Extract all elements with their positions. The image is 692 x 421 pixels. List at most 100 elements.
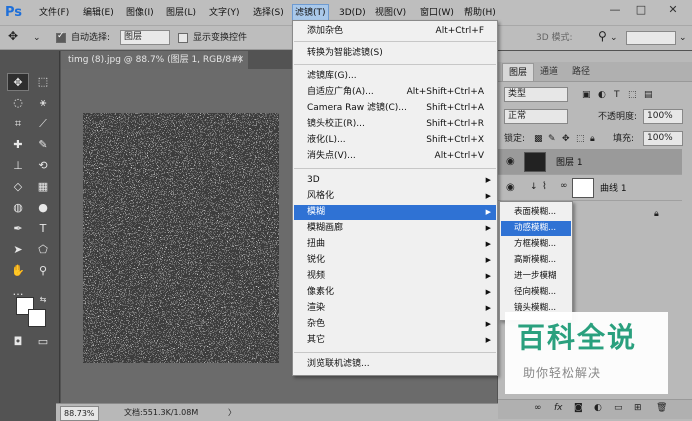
opacity-input[interactable]: 100%: [643, 109, 683, 124]
lock-artboard-icon[interactable]: ⬚: [576, 129, 585, 149]
new-group-icon[interactable]: ▭: [614, 403, 623, 413]
lock-position-icon[interactable]: ✥: [562, 129, 570, 149]
filter-adjustment-icon[interactable]: ◐: [598, 85, 606, 105]
magic-wand-icon[interactable]: ⚹: [32, 94, 54, 112]
menu-item-blur-gallery[interactable]: 模糊画廊 ▶: [294, 221, 496, 236]
eye-icon[interactable]: ◉: [506, 156, 515, 167]
submenu-item-motion-blur[interactable]: 动感模糊...: [501, 221, 571, 236]
menu-item-vanishing-point[interactable]: 消失点(V)... Alt+Ctrl+V: [294, 149, 496, 164]
document-tab[interactable]: timg (8).jpg @ 88.7% (图层 1, RGB/8#) * ✕: [61, 51, 248, 83]
link-layers-icon[interactable]: ∞: [534, 403, 542, 413]
clone-stamp-icon[interactable]: ⊥: [7, 157, 29, 175]
menu-item-filter-gallery[interactable]: 滤镜库(G)...: [294, 69, 496, 84]
menu-edit[interactable]: 编辑(E): [81, 5, 116, 21]
menu-item-video[interactable]: 视频 ▶: [294, 269, 496, 284]
auto-select-target-select[interactable]: 图层: [120, 30, 170, 45]
new-layer-icon[interactable]: ⊞: [634, 403, 642, 413]
history-brush-icon[interactable]: ⟲: [32, 157, 54, 175]
search-icon[interactable]: ⚲: [598, 29, 607, 43]
menu-item-3d[interactable]: 3D ▶: [294, 173, 496, 188]
path-select-icon[interactable]: ➤: [7, 241, 29, 259]
menu-item-add-noise-last[interactable]: 添加杂色 Alt+Ctrl+F: [294, 24, 496, 39]
submenu-item-surface-blur[interactable]: 表面模糊...: [501, 205, 571, 220]
blend-mode-select[interactable]: 正常: [504, 109, 568, 124]
move-tool-icon[interactable]: ✥: [7, 73, 29, 91]
menu-type[interactable]: 文字(Y): [207, 5, 242, 21]
menu-item-adaptive-wide-angle[interactable]: 自适应广角(A)... Alt+Shift+Ctrl+A: [294, 85, 496, 100]
pen-tool-icon[interactable]: ✒: [7, 220, 29, 238]
new-adjustment-icon[interactable]: ◐: [594, 403, 602, 413]
submenu-item-gaussian-blur[interactable]: 高斯模糊...: [501, 253, 571, 268]
hand-tool-icon[interactable]: ✋: [7, 262, 29, 280]
menu-item-other[interactable]: 其它 ▶: [294, 333, 496, 348]
menu-image[interactable]: 图像(I): [124, 5, 156, 21]
gradient-tool-icon[interactable]: ▦: [32, 178, 54, 196]
link-icon[interactable]: ∞: [560, 181, 568, 191]
swap-colors-icon[interactable]: ⇆: [32, 291, 54, 309]
layer-row[interactable]: ◉ ↓ ⌇ ∞ 曲线 1: [498, 175, 682, 201]
minimize-button[interactable]: —: [604, 2, 626, 18]
fill-input[interactable]: 100%: [643, 131, 683, 146]
eraser-tool-icon[interactable]: ◇: [7, 178, 29, 196]
status-menu-chevron-icon[interactable]: 〉: [228, 406, 236, 419]
menu-window[interactable]: 窗口(W): [418, 5, 456, 21]
menu-help[interactable]: 帮助(H): [462, 5, 498, 21]
menu-item-render[interactable]: 渲染 ▶: [294, 301, 496, 316]
healing-brush-icon[interactable]: ✚: [7, 136, 29, 154]
workspace-chevron-icon[interactable]: ⌄: [679, 31, 687, 45]
blur-tool-icon[interactable]: ◍: [7, 199, 29, 217]
menu-item-browse-online[interactable]: 浏览联机滤镜...: [294, 357, 496, 372]
menu-3d[interactable]: 3D(D): [337, 5, 368, 21]
close-document-icon[interactable]: ✕: [236, 51, 244, 69]
tab-layers[interactable]: 图层: [502, 63, 535, 81]
submenu-item-radial-blur[interactable]: 径向模糊...: [501, 285, 571, 300]
filter-smart-object-icon[interactable]: ▤: [644, 85, 653, 105]
brush-tool-icon[interactable]: ✎: [32, 136, 54, 154]
zoom-tool-icon[interactable]: ⚲: [32, 262, 54, 280]
close-button[interactable]: ✕: [662, 2, 684, 18]
menu-item-lens-correction[interactable]: 镜头校正(R)... Shift+Ctrl+R: [294, 117, 496, 132]
menu-item-stylize[interactable]: 风格化 ▶: [294, 189, 496, 204]
menu-item-distort[interactable]: 扭曲 ▶: [294, 237, 496, 252]
zoom-level[interactable]: 88.73%: [60, 406, 99, 421]
workspace-select[interactable]: [626, 31, 676, 45]
quick-mask-icon[interactable]: ◘: [7, 333, 29, 351]
menu-view[interactable]: 视图(V): [373, 5, 408, 21]
lock-transparent-icon[interactable]: ▩: [534, 129, 543, 149]
submenu-item-blur-more[interactable]: 进一步模糊: [501, 269, 571, 284]
tool-preset-chevron-icon[interactable]: ⌄: [33, 31, 41, 45]
background-color-swatch[interactable]: [28, 309, 46, 327]
layer-style-icon[interactable]: fx: [554, 403, 563, 413]
eyedropper-icon[interactable]: ⟋: [32, 115, 54, 133]
menu-item-pixelate[interactable]: 像素化 ▶: [294, 285, 496, 300]
lock-all-icon[interactable]: 🔒︎: [590, 129, 595, 149]
menu-item-convert-smart-filter[interactable]: 转换为智能滤镜(S): [294, 46, 496, 61]
menu-item-blur[interactable]: 模糊 ▶: [294, 205, 496, 220]
add-mask-icon[interactable]: ◙: [574, 403, 583, 413]
menu-item-liquify[interactable]: 液化(L)... Shift+Ctrl+X: [294, 133, 496, 148]
filter-pixel-icon[interactable]: ▣: [582, 85, 591, 105]
menu-item-sharpen[interactable]: 锐化 ▶: [294, 253, 496, 268]
search-chevron-icon[interactable]: ⌄: [610, 31, 618, 45]
filter-shape-icon[interactable]: ⬚: [628, 85, 637, 105]
marquee-tool-icon[interactable]: ⬚: [32, 73, 54, 91]
layer-kind-filter-select[interactable]: 类型: [504, 87, 568, 102]
delete-layer-icon[interactable]: 🗑︎: [656, 403, 667, 413]
layer-name[interactable]: 图层 1: [556, 155, 583, 168]
layer-row[interactable]: ◉ 图层 1: [498, 149, 682, 175]
tab-channels[interactable]: 通道: [534, 63, 564, 81]
move-tool-icon[interactable]: ✥: [8, 29, 18, 43]
show-transform-checkbox[interactable]: [178, 33, 188, 43]
layer-name[interactable]: 曲线 1: [600, 181, 627, 194]
menu-layer[interactable]: 图层(L): [164, 5, 198, 21]
maximize-button[interactable]: □: [630, 2, 652, 18]
menu-item-camera-raw[interactable]: Camera Raw 滤镜(C)... Shift+Ctrl+A: [294, 101, 496, 116]
tab-paths[interactable]: 路径: [566, 63, 596, 81]
auto-select-checkbox[interactable]: [56, 31, 66, 43]
menu-select[interactable]: 选择(S): [251, 5, 286, 21]
crop-tool-icon[interactable]: ⌗: [7, 115, 29, 133]
filter-type-icon[interactable]: T: [614, 85, 620, 105]
lock-image-icon[interactable]: ✎: [548, 129, 556, 149]
menu-item-noise[interactable]: 杂色 ▶: [294, 317, 496, 332]
screen-mode-icon[interactable]: ▭: [32, 333, 54, 351]
